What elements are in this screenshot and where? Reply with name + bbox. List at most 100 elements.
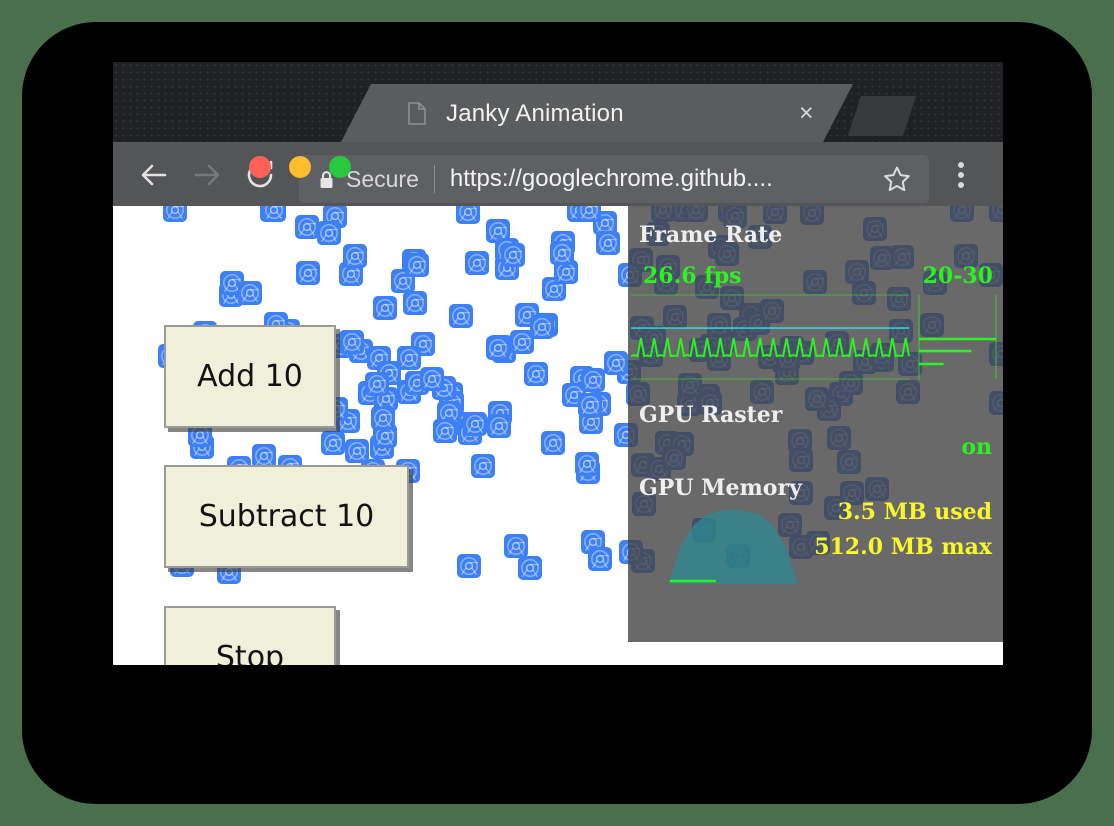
hud-gpu-raster-value: on — [961, 436, 992, 458]
chrome-logo-icon — [321, 431, 345, 455]
chrome-logo-icon — [296, 261, 320, 285]
particle — [541, 431, 565, 455]
particle — [405, 253, 429, 277]
chrome-logo-icon — [604, 351, 628, 375]
chrome-logo-icon — [365, 372, 389, 396]
chrome-logo-icon — [596, 231, 620, 255]
particle — [457, 554, 481, 578]
chrome-logo-icon — [541, 431, 565, 455]
page-viewport: Add 10 Subtract 10 Stop Frame Rate 26.6 … — [113, 206, 1003, 665]
particle — [588, 547, 612, 571]
window-maximize-button[interactable] — [329, 156, 351, 178]
particle — [501, 243, 525, 267]
add-10-button[interactable]: Add 10 — [164, 325, 336, 428]
chrome-logo-icon — [486, 336, 510, 360]
particle — [456, 206, 480, 224]
hud-gpu-memory-max: 512.0 MB max — [814, 536, 992, 558]
omnibox-divider — [434, 165, 435, 193]
chrome-logo-icon — [550, 241, 574, 265]
chrome-logo-icon — [463, 412, 487, 436]
gpu-memory-chart — [668, 506, 798, 584]
chrome-logo-icon — [420, 367, 444, 391]
hud-gpu-memory-title: GPU Memory — [639, 477, 802, 499]
stop-button[interactable]: Stop — [164, 606, 336, 665]
hud-frame-rate-range: 20-30 — [923, 265, 993, 287]
chrome-logo-icon — [295, 215, 319, 239]
screenshot-root: Janky Animation × — [0, 0, 1114, 826]
particle — [163, 206, 187, 222]
chrome-logo-icon — [433, 419, 457, 443]
particle — [343, 244, 367, 268]
arrow-left-icon[interactable] — [137, 158, 171, 192]
chrome-logo-icon — [397, 346, 421, 370]
chrome-logo-icon — [588, 547, 612, 571]
particle — [550, 241, 574, 265]
hud-frame-rate-value: 26.6 fps — [643, 265, 741, 287]
particle — [471, 454, 495, 478]
address-bar[interactable]: Secure https://googlechrome.github.... — [299, 155, 929, 203]
particle — [524, 362, 548, 386]
window-minimize-button[interactable] — [289, 156, 311, 178]
chrome-logo-icon — [581, 368, 605, 392]
particle — [518, 556, 542, 580]
frame-rate-chart — [631, 294, 997, 381]
particle — [596, 231, 620, 255]
chrome-logo-icon — [238, 281, 262, 305]
chrome-logo-icon — [345, 439, 369, 463]
page-icon — [408, 102, 426, 125]
particle — [373, 296, 397, 320]
chrome-logo-icon — [449, 304, 473, 328]
hud-gpu-raster-title: GPU Raster — [639, 404, 782, 426]
url-text[interactable]: https://googlechrome.github.... — [450, 167, 883, 191]
particle — [487, 414, 511, 438]
chrome-logo-icon — [524, 362, 548, 386]
particle — [604, 351, 628, 375]
chrome-logo-icon — [510, 330, 534, 354]
particle — [575, 452, 599, 476]
particle — [465, 251, 489, 275]
particle — [397, 346, 421, 370]
particle — [296, 261, 320, 285]
fps-sawtooth-series — [631, 338, 909, 356]
particle — [371, 406, 395, 430]
chrome-logo-icon — [457, 554, 481, 578]
chrome-logo-icon — [471, 454, 495, 478]
chrome-logo-icon — [578, 393, 602, 417]
chrome-logo-icon — [373, 296, 397, 320]
chrome-logo-icon — [575, 452, 599, 476]
chrome-logo-icon — [403, 291, 427, 315]
chrome-logo-icon — [405, 253, 429, 277]
arrow-right-icon — [190, 158, 224, 192]
particle — [433, 419, 457, 443]
particle — [340, 330, 364, 354]
particle — [365, 372, 389, 396]
particle — [403, 291, 427, 315]
subtract-10-button[interactable]: Subtract 10 — [164, 465, 409, 568]
tab-close-icon[interactable]: × — [799, 101, 814, 126]
three-dots-icon[interactable] — [958, 162, 964, 188]
fps-hud-overlay: Frame Rate 26.6 fps 20-30 GPU Raster on … — [628, 206, 1003, 642]
window-close-button[interactable] — [249, 156, 271, 178]
chrome-logo-icon — [371, 406, 395, 430]
particle — [262, 206, 286, 222]
chrome-logo-icon — [577, 206, 601, 222]
particle — [317, 221, 341, 245]
chrome-logo-icon — [518, 556, 542, 580]
chrome-logo-icon — [163, 206, 187, 222]
tab-title: Janky Animation — [446, 102, 624, 126]
browser-window: Janky Animation × — [113, 62, 1003, 665]
chrome-logo-icon — [487, 414, 511, 438]
particle — [345, 439, 369, 463]
particle — [463, 412, 487, 436]
particle — [295, 215, 319, 239]
chrome-logo-icon — [501, 243, 525, 267]
particle — [486, 336, 510, 360]
star-icon[interactable] — [883, 165, 911, 193]
particle — [321, 431, 345, 455]
chrome-logo-icon — [340, 330, 364, 354]
page-background-fill — [628, 642, 1003, 665]
particle — [420, 367, 444, 391]
hud-gpu-memory-used: 3.5 MB used — [838, 501, 992, 523]
particle — [504, 534, 528, 558]
particle — [449, 304, 473, 328]
